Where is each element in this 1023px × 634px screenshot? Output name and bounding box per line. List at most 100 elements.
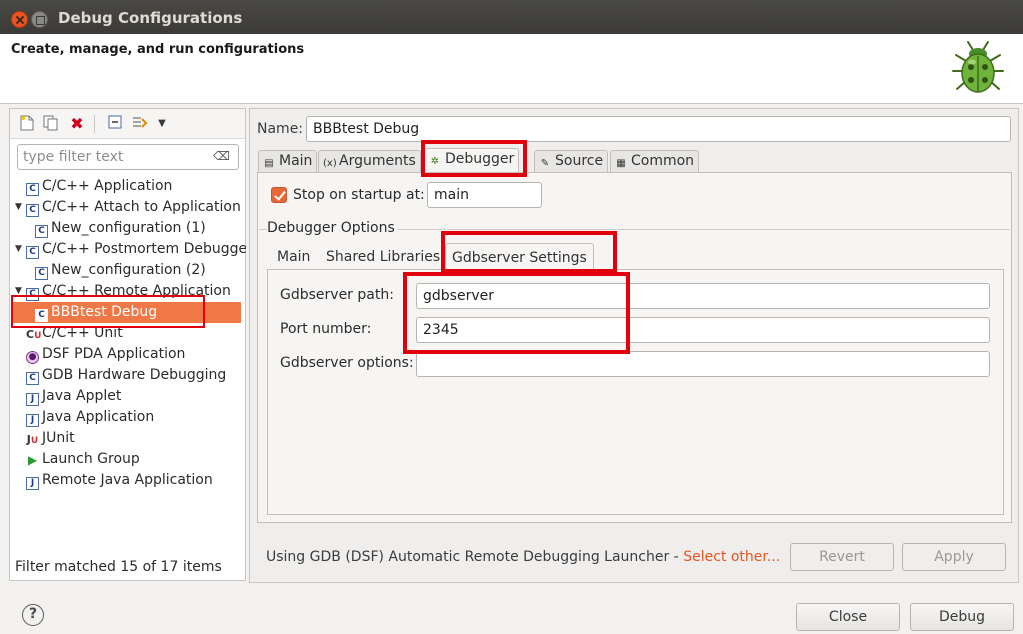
window-close-button[interactable] <box>11 11 28 28</box>
tree-item-label: JUnit <box>42 430 75 446</box>
tree-item-c-cpp-attach[interactable]: ▼ C C/C++ Attach to Application <box>15 197 241 218</box>
header-description: Create, manage, and run configurations <box>11 42 305 57</box>
dialog-header: Create, manage, and run configurations <box>0 34 1023 104</box>
expanded-chevron-icon[interactable]: ▼ <box>15 281 22 302</box>
configuration-editor-panel: Name: ▤ Main (x)Arguments ✲ Debugger ✎ Sour… <box>249 108 1019 583</box>
tab-label: Source <box>555 153 604 169</box>
junit-icon: JU <box>26 433 39 447</box>
tree-item-c-cpp-application[interactable]: C C/C++ Application <box>26 176 172 197</box>
tree-item-label: Java Application <box>42 409 155 425</box>
tree-item-java-applet[interactable]: J Java Applet <box>26 386 121 407</box>
tree-item-label: C/C++ Application <box>42 178 173 194</box>
tree-item-new-configuration-1[interactable]: C New_configuration (1) <box>35 218 206 239</box>
collapse-all-icon[interactable] <box>106 115 124 133</box>
debug-button[interactable]: Debug <box>910 603 1014 631</box>
debugger-tab-bug-icon: ✲ <box>430 156 440 167</box>
tree-item-c-cpp-unit[interactable]: CUC/C++ Unit <box>26 323 123 344</box>
tree-item-label: C/C++ Postmortem Debugger <box>42 241 246 257</box>
launcher-description: Using GDB (DSF) Automatic Remote Debuggi… <box>266 549 684 565</box>
expanded-chevron-icon[interactable]: ▼ <box>15 197 22 218</box>
gdbserver-options-label: Gdbserver options: <box>280 355 414 371</box>
tab-label: Debugger <box>445 151 515 167</box>
tree-item-label: C/C++ Attach to Application <box>42 199 241 215</box>
tree-item-remote-java-application[interactable]: J Remote Java Application <box>26 470 213 491</box>
tree-item-java-application[interactable]: J Java Application <box>26 407 154 428</box>
stop-on-startup-input[interactable] <box>427 182 542 208</box>
clear-filter-icon[interactable]: ⌫ <box>213 149 230 163</box>
configuration-toolbar: ✖ ▼ <box>10 109 245 139</box>
subtab-shared-libraries[interactable]: Shared Libraries <box>320 243 446 271</box>
tab-main[interactable]: ▤ Main <box>258 150 318 172</box>
port-number-input[interactable] <box>416 317 990 343</box>
tree-item-c-cpp-remote-application[interactable]: ▼ C C/C++ Remote Application <box>15 281 231 302</box>
tree-item-bbbtest-debug[interactable]: C BBBtest Debug <box>13 302 241 323</box>
tab-label: Arguments <box>339 153 416 169</box>
close-button[interactable]: Close <box>796 603 900 631</box>
tab-common[interactable]: ▦ Common <box>610 150 700 172</box>
launcher-info: Using GDB (DSF) Automatic Remote Debuggi… <box>266 549 780 565</box>
gdbserver-options-input[interactable] <box>416 351 990 377</box>
tree-item-dsf-pda-application[interactable]: ● DSF PDA Application <box>26 344 185 365</box>
filter-input[interactable] <box>23 147 203 167</box>
tree-item-label: New_configuration (1) <box>51 220 206 236</box>
remote-java-icon: J <box>26 477 39 490</box>
name-label: Name: <box>257 121 304 137</box>
source-tab-icon: ✎ <box>540 158 550 169</box>
stop-on-startup-checkbox[interactable] <box>271 187 287 203</box>
subtab-gdbserver-settings[interactable]: Gdbserver Settings <box>445 243 594 271</box>
window-minimize-button[interactable] <box>31 11 48 28</box>
tree-item-c-cpp-postmortem[interactable]: C C/C++ Postmortem Debugger <box>26 239 246 260</box>
filter-configurations-icon[interactable] <box>131 115 149 133</box>
c-config-icon: C <box>26 246 39 259</box>
c-config-icon: C <box>35 309 48 322</box>
tab-arguments[interactable]: (x) Arguments <box>318 150 421 172</box>
gdbserver-path-label: Gdbserver path: <box>280 287 394 303</box>
debugger-options-label: Debugger Options <box>267 220 398 236</box>
bug-icon <box>952 41 1004 93</box>
main-tab-icon: ▤ <box>264 158 274 169</box>
gdbserver-path-input[interactable] <box>416 283 990 309</box>
tree-item-label: DSF PDA Application <box>42 346 186 362</box>
duplicate-configuration-icon[interactable] <box>42 115 60 133</box>
gdbserver-settings-content: Gdbserver path: Port number: Gdbserver o… <box>267 269 1004 515</box>
tree-item-junit[interactable]: JU JUnit <box>26 428 75 449</box>
arguments-tab-icon: (x) <box>323 158 337 169</box>
tree-item-new-configuration-2[interactable]: C New_configuration (2) <box>35 260 206 281</box>
pda-icon: ● <box>26 351 39 364</box>
configuration-list-panel: ✖ ▼ ⌫ CC/C++ Application ▼ CC/C++ Attach… <box>9 108 246 581</box>
apply-button[interactable]: Apply <box>902 543 1006 571</box>
c-config-icon: C <box>35 267 48 280</box>
name-input[interactable] <box>306 116 1011 142</box>
cunit-icon: CU <box>26 328 42 342</box>
tab-debugger[interactable]: ✲ Debugger <box>424 148 520 172</box>
debugger-tab-content: Stop on startup at: Debugger Options Mai… <box>257 172 1012 523</box>
launch-group-icon: ▶ <box>26 453 39 468</box>
tree-item-gdb-hardware-debugging[interactable]: C GDB Hardware Debugging <box>26 365 226 386</box>
java-applet-icon: J <box>26 393 39 406</box>
c-config-icon: C <box>26 372 39 385</box>
expanded-chevron-icon[interactable]: ▼ <box>15 239 22 260</box>
select-other-launcher-link[interactable]: Select other... <box>683 549 780 565</box>
tree-item-label: New_configuration (2) <box>51 262 206 278</box>
c-config-icon: C <box>26 183 39 196</box>
help-icon[interactable]: ? <box>22 604 44 626</box>
tree-item-label: Java Applet <box>42 388 122 404</box>
title-bar: Debug Configurations <box>0 0 1023 34</box>
tab-label: Common <box>631 153 695 169</box>
tree-item-label: C/C++ Unit <box>42 325 123 341</box>
c-config-icon: C <box>26 288 39 301</box>
tree-item-label: Remote Java Application <box>42 472 213 488</box>
tree-item-label: GDB Hardware Debugging <box>42 367 227 383</box>
delete-configuration-icon[interactable]: ✖ <box>68 115 86 133</box>
window-title: Debug Configurations <box>58 9 243 27</box>
tree-item-label: Launch Group <box>42 451 140 467</box>
new-configuration-icon[interactable] <box>18 115 36 133</box>
tab-source[interactable]: ✎ Source <box>534 150 609 172</box>
view-menu-chevron-down-icon[interactable]: ▼ <box>153 115 171 133</box>
c-config-icon: C <box>26 204 39 217</box>
tree-item-launch-group[interactable]: ▶ Launch Group <box>26 449 140 470</box>
tree-item-label: BBBtest Debug <box>51 304 158 320</box>
subtab-main[interactable]: Main <box>271 243 316 271</box>
java-app-icon: J <box>26 414 39 427</box>
revert-button[interactable]: Revert <box>790 543 894 571</box>
